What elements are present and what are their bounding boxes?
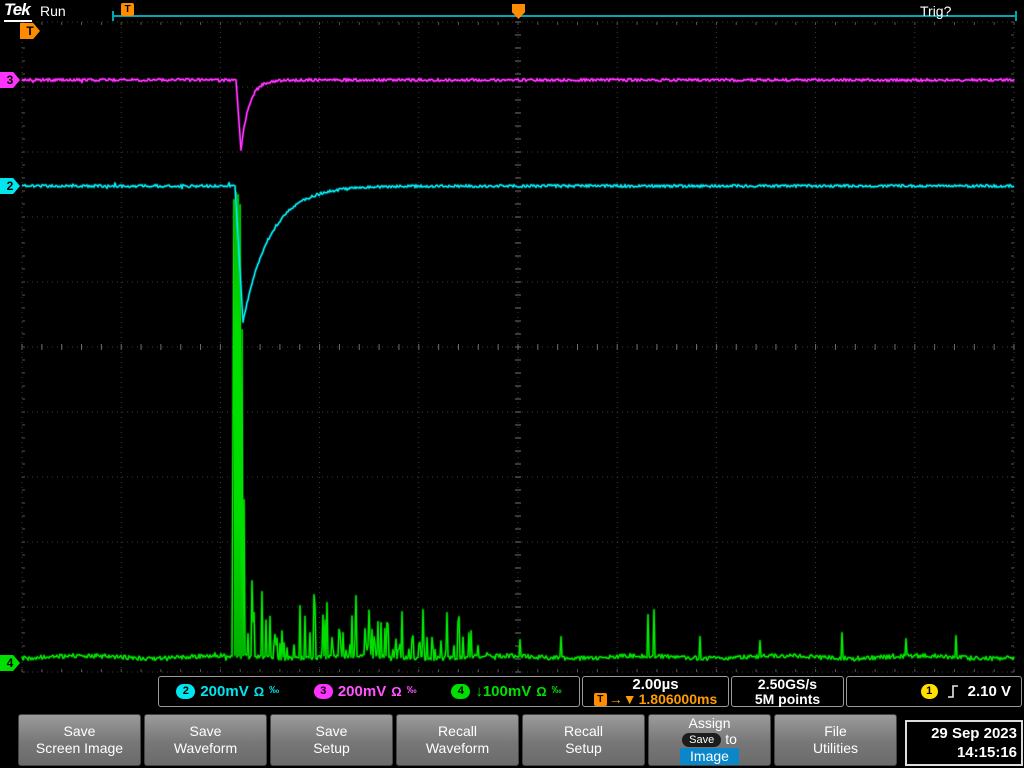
datetime-display: 29 Sep 2023 14:15:16 [905, 720, 1023, 766]
button-label: Save [315, 723, 348, 739]
channel3-bandwidth-icon: ‰ [406, 685, 417, 696]
button-label: Waveform [425, 740, 490, 756]
top-status-bar: Tek Run T Trig? [0, 0, 1024, 22]
sample-rate: 2.50GS/s [757, 675, 818, 692]
button-label: Utilities [812, 740, 859, 756]
channel4-badge: 4 [451, 684, 471, 699]
channel4-bandwidth-icon: ‰ [551, 685, 562, 696]
channel4-scale: ↓100mV [475, 683, 532, 700]
record-length: 5M points [754, 690, 821, 707]
acquisition-readout-box[interactable]: 2.50GS/s 5M points [731, 676, 844, 707]
acquisition-status: Run [40, 3, 66, 19]
channel2-impedance: Ω [253, 684, 265, 699]
channel2-bandwidth-icon: ‰ [269, 685, 280, 696]
delay-value: 1.806000ms [638, 690, 718, 707]
timebase-scale: 2.00µs [632, 675, 679, 693]
button-label: Save [189, 723, 222, 739]
timebase-readout-box[interactable]: 2.00µs T →▼ 1.806000ms [582, 676, 729, 707]
button-label: File [824, 723, 847, 739]
button-label: Recall [438, 723, 477, 739]
button-label: Screen Image [35, 740, 124, 756]
trigger-status-label: Trig? [920, 3, 952, 19]
delay-arrow-icon: →▼ [608, 690, 637, 707]
rising-edge-slope-icon [947, 685, 958, 698]
readout-bar: 2 200mV Ω ‰ 3 200mV Ω ‰ 4 ↓100mV Ω ‰ 2.0… [0, 676, 1024, 710]
save-screen-image-button[interactable]: Save Screen Image [18, 714, 141, 766]
recall-setup-button[interactable]: Recall Setup [522, 714, 645, 766]
bottom-menu-bar: Save Screen Image Save Waveform Save Set… [0, 712, 1024, 768]
button-label: Save [63, 723, 96, 739]
date-label: 29 Sep 2023 [931, 725, 1017, 742]
channel3-readout[interactable]: 3 200mV Ω ‰ [313, 683, 417, 700]
button-label: Waveform [173, 740, 238, 756]
channel3-impedance: Ω [391, 684, 402, 699]
trigger-readout-box[interactable]: 1 2.10 V [846, 676, 1022, 707]
assign-target-value: Image [680, 748, 739, 765]
button-label: Recall [564, 723, 603, 739]
tek-logo: Tek [4, 0, 32, 22]
recall-waveform-button[interactable]: Recall Waveform [396, 714, 519, 766]
save-waveform-button[interactable]: Save Waveform [144, 714, 267, 766]
button-label: Setup [565, 740, 602, 756]
record-start-bracket [112, 11, 114, 21]
waveform-display [20, 21, 1016, 673]
trigger-delay-readout: T →▼ 1.806000ms [593, 690, 718, 707]
trigger-source-badge: 1 [920, 684, 938, 699]
button-label: Assign [688, 715, 731, 731]
channel4-impedance: Ω [536, 684, 547, 699]
channel2-readout[interactable]: 2 200mV Ω ‰ [176, 683, 279, 700]
trigger-level-value: 2.10 V [967, 683, 1011, 700]
channel3-badge: 3 [313, 684, 333, 699]
oscilloscope-screen: Tek Run T Trig? T 3 2 4 2 200mV Ω ‰ 3 20… [0, 0, 1024, 768]
file-utilities-button[interactable]: File Utilities [774, 714, 897, 766]
channel4-readout[interactable]: 4 ↓100mV Ω ‰ [451, 683, 562, 700]
channel3-scale: 200mV [337, 683, 387, 700]
save-key-badge: Save [682, 732, 722, 747]
channel2-scale: 200mV [200, 683, 249, 700]
channel-readouts-box[interactable]: 2 200mV Ω ‰ 3 200mV Ω ‰ 4 ↓100mV Ω ‰ [158, 676, 580, 707]
trigger-t-badge-icon: T [593, 692, 607, 706]
record-end-bracket [1015, 11, 1017, 21]
channel2-badge: 2 [176, 684, 196, 699]
button-label: Setup [313, 740, 350, 756]
record-view-bar[interactable] [112, 15, 1017, 17]
button-label: to [725, 731, 737, 747]
time-label: 14:15:16 [956, 744, 1017, 761]
record-trigger-flag-icon: T [121, 3, 134, 16]
assign-save-to-image-button[interactable]: Assign Save to Image [648, 714, 771, 766]
save-setup-button[interactable]: Save Setup [270, 714, 393, 766]
